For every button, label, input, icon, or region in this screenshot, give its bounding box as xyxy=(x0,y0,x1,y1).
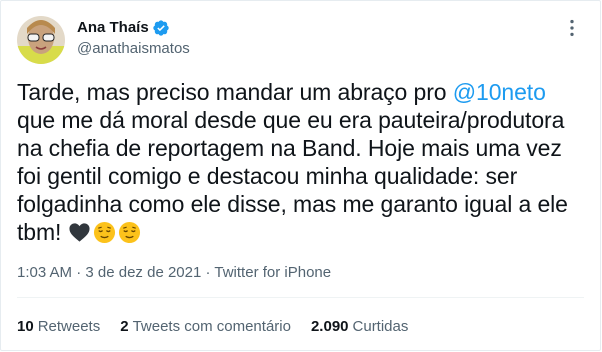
quote-tweets-label: Tweets com comentário xyxy=(132,318,291,335)
retweets-count: 10 xyxy=(17,318,34,335)
meta-separator: · xyxy=(72,264,86,281)
tweet-text: Tarde, mas preciso mandar um abraço pro … xyxy=(17,78,583,246)
mention-link[interactable]: @10neto xyxy=(453,79,546,105)
relieved-face-icon xyxy=(118,221,141,244)
more-options-icon[interactable] xyxy=(561,17,583,39)
tweet-text-start: Tarde, mas preciso mandar um abraço pro xyxy=(17,79,453,105)
tweet-date[interactable]: 3 de dez de 2021 xyxy=(85,264,201,281)
author-handle[interactable]: @anathaismatos xyxy=(77,39,190,59)
tweet-time[interactable]: 1:03 AM xyxy=(17,264,72,281)
retweets-stat[interactable]: 10 Retweets xyxy=(17,317,100,337)
author-name[interactable]: Ana Thaís xyxy=(77,18,149,38)
likes-stat[interactable]: 2.090 Curtidas xyxy=(311,317,408,337)
retweets-label: Retweets xyxy=(37,318,101,335)
black-heart-icon xyxy=(68,221,91,244)
tweet-source[interactable]: Twitter for iPhone xyxy=(214,264,331,281)
verified-badge-icon xyxy=(152,19,170,37)
quote-tweets-stat[interactable]: 2 Tweets com comentário xyxy=(120,317,291,337)
likes-label: Curtidas xyxy=(352,318,409,335)
tweet-meta: 1:03 AM · 3 de dez de 2021 · Twitter for… xyxy=(17,263,331,283)
avatar-image xyxy=(17,16,65,64)
relieved-face-icon xyxy=(93,221,116,244)
engagement-stats: 10 Retweets 2 Tweets com comentário 2.090 C… xyxy=(17,317,428,337)
avatar[interactable] xyxy=(17,16,65,64)
author-name-row[interactable]: Ana Thaís xyxy=(77,18,170,38)
meta-separator: · xyxy=(201,264,215,281)
likes-count: 2.090 xyxy=(310,318,349,335)
quote-tweets-count: 2 xyxy=(120,318,129,335)
divider xyxy=(17,297,584,298)
tweet-card: Ana Thaís @anathaismatos Tarde, mas prec… xyxy=(0,0,601,351)
